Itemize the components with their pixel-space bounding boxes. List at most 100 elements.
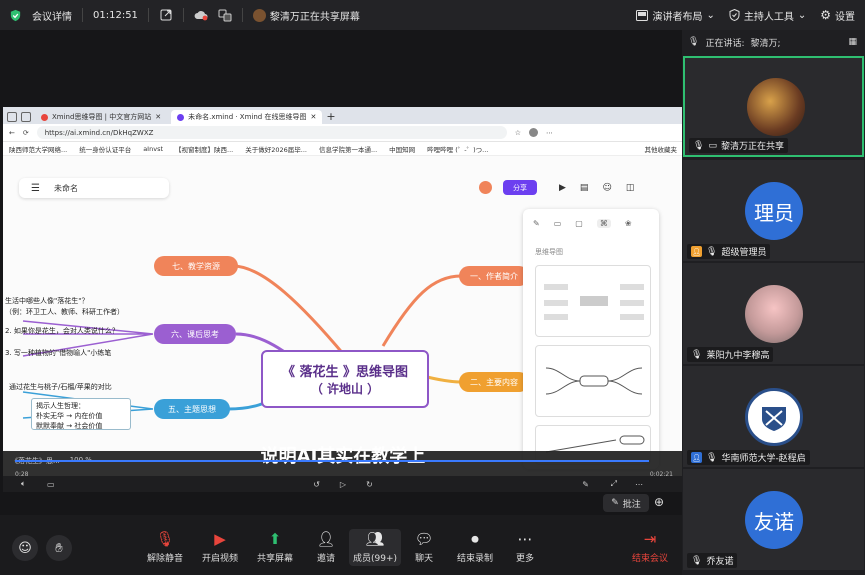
- leaf-item[interactable]: 生活中哪些人像"落花生"？: [5, 296, 88, 306]
- share-screen-icon: ⬆︎: [268, 530, 282, 548]
- other-bookmarks[interactable]: 其他收藏夹: [645, 144, 678, 154]
- speaking-indicator: 🎙︎ 正在讲话: 黎清万; ▦: [682, 30, 865, 54]
- browser-tab-xmind-site[interactable]: Xmind思维导图 | 中文官方网站 ✕: [35, 110, 167, 124]
- pen-icon[interactable]: ✎: [582, 480, 589, 489]
- mic-muted-icon: 🎙︎: [691, 349, 703, 360]
- meeting-details-button[interactable]: 会议详情: [32, 8, 72, 23]
- bookmark-item[interactable]: aInvst: [143, 145, 163, 153]
- end-recording-button[interactable]: ⏺︎ 结束录制: [451, 531, 499, 565]
- leaf-item[interactable]: 通过花生与桃子/石榴/苹果的对比: [9, 382, 112, 392]
- central-topic[interactable]: 《 落花生 》思维导图 （ 许地山 ）: [261, 350, 429, 408]
- caption-icon[interactable]: ▭: [47, 480, 55, 489]
- bookmark-item[interactable]: 【视窗制度】陕西...: [175, 144, 233, 154]
- end-meeting-button[interactable]: ⇥ 结束会议: [626, 531, 674, 565]
- mic-icon: 🎙︎: [693, 140, 705, 151]
- layout-button[interactable]: 演讲者布局 ⌄: [636, 8, 715, 23]
- play-icon[interactable]: ▷: [340, 480, 346, 489]
- fullscreen-icon[interactable]: ⤢: [611, 479, 617, 489]
- participant-name: 黎清万正在共享: [720, 142, 784, 152]
- shield-icon: [729, 9, 740, 21]
- avatar: 友诺: [745, 491, 803, 549]
- video-progress-bar[interactable]: [15, 460, 649, 462]
- url-field[interactable]: https://ai.xmind.cn/DkHqZWXZ: [36, 126, 507, 139]
- raise-hand-icon[interactable]: ✋︎: [46, 535, 72, 561]
- settings-label: 设置: [835, 11, 855, 23]
- rewind-icon[interactable]: ↺: [313, 480, 320, 489]
- close-icon[interactable]: ✕: [155, 113, 161, 121]
- mic-muted-icon: 🎙︎: [706, 452, 718, 463]
- style-icon[interactable]: ✎: [533, 219, 540, 228]
- external-window-icon[interactable]: [159, 8, 173, 22]
- branch-author-intro[interactable]: 一、作者简介: [459, 266, 529, 286]
- share-screen-button[interactable]: ⬆︎ 共享屏幕: [251, 530, 299, 565]
- mic-muted-icon: 🎙︎: [706, 246, 718, 257]
- bookmark-item[interactable]: 中国知网: [389, 144, 415, 154]
- back-icon[interactable]: ←: [9, 129, 15, 137]
- tab-list-icon[interactable]: [21, 112, 31, 122]
- more-icon[interactable]: ⋯: [546, 129, 553, 137]
- template-preview: [544, 284, 644, 320]
- bookmark-item[interactable]: 关于做好2026届毕...: [245, 144, 307, 154]
- volume-icon[interactable]: 🔈︎: [21, 479, 26, 489]
- image-icon[interactable]: ▭: [554, 219, 562, 228]
- leaf-item[interactable]: 3. 写一种植物的"借物喻人"小练笔: [5, 348, 111, 358]
- structure-icon[interactable]: ⌘: [596, 219, 611, 228]
- avatar: [745, 285, 803, 343]
- note-icon[interactable]: ▢: [575, 219, 583, 228]
- participant-tile[interactable]: 🎙︎ 莱阳九中李穆高: [683, 263, 864, 364]
- network-status-icon[interactable]: [218, 8, 232, 22]
- close-icon[interactable]: ✕: [310, 113, 316, 121]
- window-menu-icon[interactable]: [7, 112, 17, 122]
- participant-label: 🎙︎ 莱阳九中李穆高: [687, 347, 774, 362]
- host-tools-label: 主持人工具: [743, 11, 794, 23]
- unmute-button[interactable]: 🎙︎ 解除静音: [141, 531, 189, 565]
- bookmark-item[interactable]: 统一身份认证平台: [79, 144, 131, 154]
- more-icon[interactable]: ⋯: [635, 480, 643, 489]
- grid-icon[interactable]: ▦: [848, 37, 857, 47]
- browser-tab-untitled-xmind[interactable]: 未命名.xmind · Xmind 在线思维导图 ✕: [171, 110, 323, 124]
- structure-template-1[interactable]: [535, 265, 651, 337]
- branch-theme[interactable]: 五、主题思想: [154, 399, 230, 419]
- bookmark-star-icon[interactable]: ☆: [515, 129, 521, 137]
- branch-main-content[interactable]: 二、主要内容: [459, 372, 529, 392]
- structure-template-2[interactable]: [535, 345, 651, 417]
- leaf-item[interactable]: 2. 如果你是花生，会对人类说什么？: [5, 326, 119, 336]
- participant-label: 👤︎ 🎙︎ 超级管理员: [687, 244, 771, 259]
- leaf-item[interactable]: （例：环卫工人、教师、科研工作者）: [5, 307, 124, 317]
- profile-icon[interactable]: [529, 128, 539, 137]
- bookmark-item[interactable]: 哔哩哔哩 (゜-゜)つ...: [427, 144, 488, 154]
- video-controls: 🔈︎ ▭ ↺ ▷ ↻ ✎ ⤢ ⋯: [3, 476, 683, 492]
- annotate-button[interactable]: ✎ 批注: [603, 494, 649, 512]
- participant-tile[interactable]: 友诺 🎙︎ 乔友诺: [683, 469, 864, 570]
- xmind-canvas[interactable]: ☰ 未命名 分享 ▶ ▤ ☺ ◫ 七、教学资源 六、课后思考 五、主题思想 一、…: [3, 156, 683, 492]
- new-tab-icon[interactable]: +: [326, 110, 335, 123]
- user-badge-icon: 👤︎: [691, 452, 702, 463]
- participant-tile[interactable]: 理员 👤︎ 🎙︎ 超级管理员: [683, 160, 864, 261]
- bookmark-item[interactable]: 信息学院第一本通...: [319, 144, 377, 154]
- branch-teaching-resources[interactable]: 七、教学资源: [154, 256, 238, 276]
- members-button[interactable]: 👥︎ 成员(99+): [349, 529, 401, 566]
- zoom-in-icon[interactable]: ⊕: [654, 495, 664, 509]
- emoji-reaction-icon[interactable]: ☺: [12, 535, 38, 561]
- bookmark-item[interactable]: 陕西师范大学网络...: [9, 144, 67, 154]
- theme-icon[interactable]: ❀: [625, 219, 632, 228]
- leaf-box[interactable]: 揭示人生哲理： 朴实无华 → 内在价值 默默奉献 → 社会价值: [31, 398, 131, 430]
- start-video-button[interactable]: ▶︎ 开启视频: [196, 531, 244, 565]
- forward-icon[interactable]: ↻: [366, 480, 373, 489]
- cloud-record-icon[interactable]: [194, 8, 208, 22]
- host-tools-button[interactable]: 主持人工具 ⌄: [729, 8, 806, 23]
- panel-title: 思维导图: [535, 248, 563, 256]
- panel-tabs: ✎ ▭ ▢ ⌘ ❀: [533, 219, 632, 228]
- reload-icon[interactable]: ⟳: [23, 129, 29, 137]
- participant-tile[interactable]: 👤︎ 🎙︎ 华南师范大学-赵程启: [683, 366, 864, 467]
- leaf-item: 默默奉献 → 社会价值: [36, 422, 103, 430]
- invite-button[interactable]: 👤︎ 邀请: [302, 531, 350, 565]
- browser-address-bar: ← ⟳ https://ai.xmind.cn/DkHqZWXZ ☆ ⋯: [3, 124, 683, 142]
- settings-button[interactable]: ⚙ 设置: [820, 8, 855, 23]
- participant-label: 👤︎ 🎙︎ 华南师范大学-赵程启: [687, 450, 810, 465]
- participant-name: 乔友诺: [706, 557, 734, 567]
- chat-button[interactable]: 💬︎ 聊天: [400, 531, 448, 565]
- branch-after-class-thinking[interactable]: 六、课后思考: [154, 324, 236, 344]
- more-button[interactable]: ⋯ 更多: [501, 531, 549, 565]
- participant-tile[interactable]: 🎙︎ ▭ 黎清万正在共享: [683, 56, 864, 157]
